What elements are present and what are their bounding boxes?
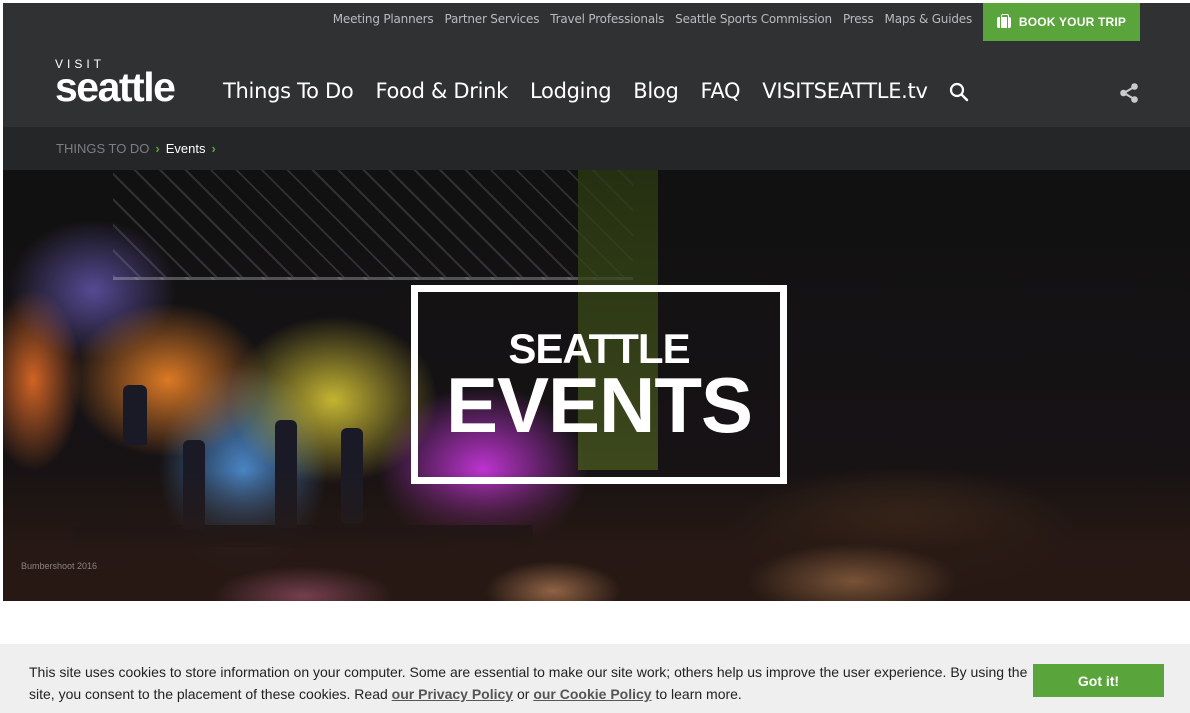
cookie-message: This site uses cookies to store informat…	[29, 661, 1037, 705]
nav-things-to-do[interactable]: Things To Do	[223, 79, 354, 103]
cookie-policy-link[interactable]: our Cookie Policy	[533, 686, 651, 702]
nav-faq[interactable]: FAQ	[700, 79, 740, 103]
chevron-right-icon: ›	[211, 141, 216, 156]
cookie-text-or: or	[513, 686, 534, 702]
nav-lodging[interactable]: Lodging	[530, 79, 612, 103]
main-nav: Things To Do Food & Drink Lodging Blog F…	[223, 79, 928, 103]
utility-nav: Meeting Planners Partner Services Travel…	[333, 12, 972, 26]
breadcrumb-events: Events	[165, 141, 206, 156]
stage-truss	[113, 170, 633, 280]
utility-link-press[interactable]: Press	[843, 12, 874, 26]
crowd	[3, 471, 1190, 601]
privacy-policy-link[interactable]: our Privacy Policy	[392, 686, 513, 702]
utility-link-travel-professionals[interactable]: Travel Professionals	[550, 12, 664, 26]
chevron-right-icon: ›	[155, 141, 160, 156]
utility-link-meeting-planners[interactable]: Meeting Planners	[333, 12, 434, 26]
site-logo[interactable]: VISIT seattle	[55, 58, 176, 110]
breadcrumb: THINGS TO DO › Events ›	[3, 127, 1190, 170]
photo-credit: Bumbershoot 2016	[21, 561, 98, 571]
utility-link-maps-guides[interactable]: Maps & Guides	[885, 12, 973, 26]
got-it-button[interactable]: Got it!	[1033, 664, 1164, 697]
search-icon[interactable]	[949, 82, 969, 102]
hero-title-box: SEATTLE EVENTS	[411, 285, 787, 484]
book-your-trip-label: BOOK YOUR TRIP	[1018, 15, 1127, 29]
suitcase-icon	[996, 13, 1011, 28]
breadcrumb-things-to-do[interactable]: THINGS TO DO	[56, 141, 149, 156]
nav-food-drink[interactable]: Food & Drink	[375, 79, 508, 103]
cookie-text-after: to learn more.	[651, 686, 742, 702]
share-icon[interactable]	[1118, 82, 1140, 104]
hero-title-events: EVENTS	[445, 360, 753, 449]
cookie-banner: This site uses cookies to store informat…	[0, 644, 1190, 713]
nav-visitseattle-tv[interactable]: VISITSEATTLE.tv	[762, 79, 928, 103]
performer	[123, 385, 147, 445]
site-header: Meeting Planners Partner Services Travel…	[3, 3, 1190, 127]
utility-link-sports-commission[interactable]: Seattle Sports Commission	[675, 12, 832, 26]
book-your-trip-button[interactable]: BOOK YOUR TRIP	[983, 3, 1140, 41]
nav-blog[interactable]: Blog	[633, 79, 679, 103]
utility-link-partner-services[interactable]: Partner Services	[444, 12, 539, 26]
logo-seattle-text: seattle	[55, 64, 176, 110]
hero-banner: SEATTLE EVENTS Bumbershoot 2016	[3, 170, 1190, 601]
